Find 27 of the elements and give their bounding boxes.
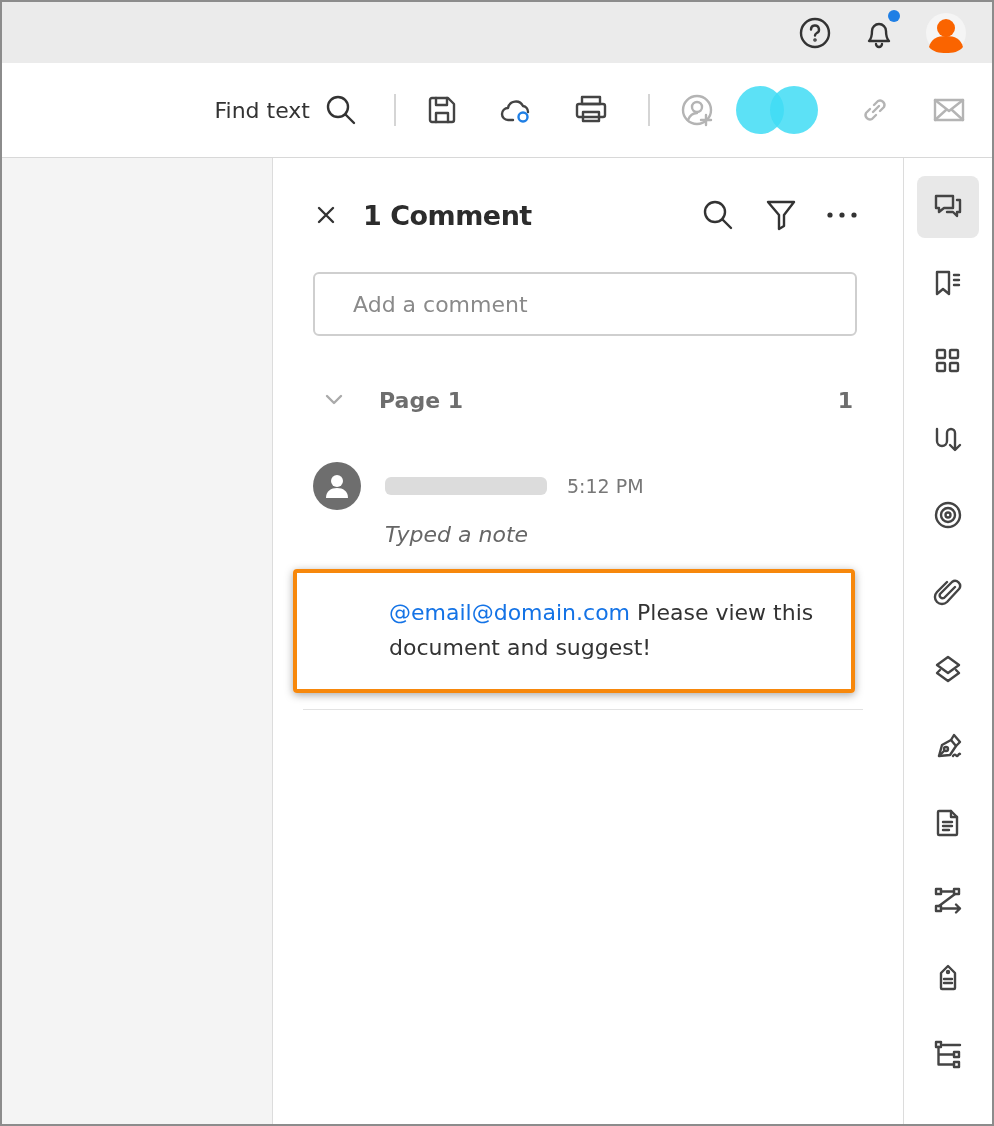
help-icon[interactable] bbox=[798, 15, 832, 50]
close-icon bbox=[315, 204, 337, 226]
flow-icon bbox=[933, 885, 963, 915]
search-button[interactable] bbox=[701, 198, 735, 232]
layers-icon bbox=[933, 654, 963, 684]
filter-icon bbox=[765, 198, 797, 232]
comment-action: Typed a note bbox=[385, 522, 530, 547]
filter-button[interactable] bbox=[765, 198, 797, 232]
chevron-icon bbox=[323, 393, 345, 407]
person-icon bbox=[325, 473, 349, 499]
more-icon bbox=[827, 212, 857, 218]
comment-count: 1 bbox=[837, 387, 853, 413]
find-text-button[interactable]: Find text bbox=[214, 93, 358, 127]
more-button[interactable] bbox=[827, 212, 857, 218]
close-button[interactable] bbox=[315, 204, 337, 226]
search-icon bbox=[701, 198, 735, 232]
comments-tool[interactable] bbox=[917, 176, 979, 238]
mention-link[interactable]: @email@domain.com bbox=[389, 600, 631, 625]
comment-text: @email@domain.com Please view this document and suggest! bbox=[389, 599, 815, 662]
page-group-label: Page 1 bbox=[379, 387, 464, 413]
tree-icon bbox=[933, 1039, 963, 1069]
target-icon bbox=[933, 500, 963, 530]
panel-title: 1 Comment bbox=[363, 199, 533, 231]
paperclip-icon bbox=[933, 577, 963, 607]
comment-input-field[interactable]: Add a comment bbox=[313, 272, 857, 336]
comment-time: 5:12 PM bbox=[567, 475, 644, 497]
avatar-icon[interactable] bbox=[926, 12, 966, 53]
